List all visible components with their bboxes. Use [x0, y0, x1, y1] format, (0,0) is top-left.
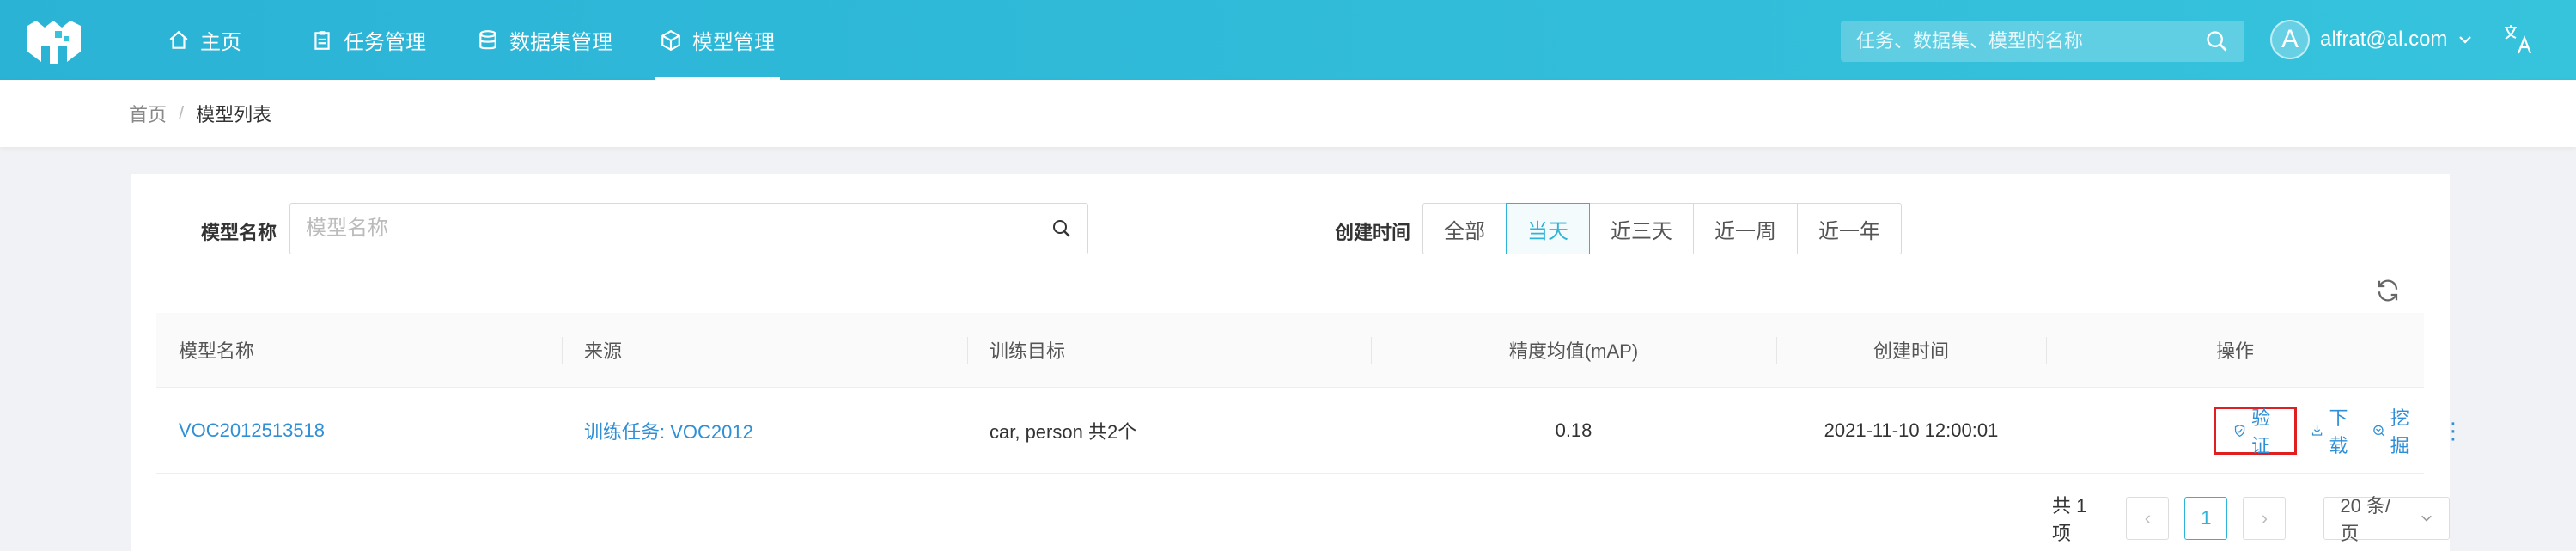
- clipboard-icon: [314, 30, 330, 50]
- nav-datasets-label: 数据集管理: [509, 31, 612, 54]
- mine-button[interactable]: 挖掘: [2364, 407, 2425, 456]
- search-icon[interactable]: [1051, 218, 1072, 239]
- time-filter: 全部 当天 近三天 近一周 近一年: [1422, 203, 1902, 254]
- map-value: 0.18: [1555, 419, 1592, 441]
- model-name-link[interactable]: VOC2012513518: [179, 388, 325, 473]
- global-search: [1841, 21, 2244, 62]
- model-name-input[interactable]: [306, 217, 1051, 241]
- source-link[interactable]: 训练任务: VOC2012: [584, 388, 753, 473]
- home-icon: [169, 30, 188, 49]
- column-divider: [967, 337, 968, 364]
- created-time: 2021-11-10 12:00:01: [1824, 419, 1999, 441]
- time-option-3days[interactable]: 近三天: [1589, 203, 1694, 254]
- page-size-select[interactable]: 20 条/页: [2323, 495, 2450, 544]
- chevron-down-icon: [2459, 36, 2472, 44]
- pagination: 共 1 项 ‹ 1 › 20 条/页: [2052, 495, 2450, 544]
- next-page-button[interactable]: ›: [2243, 497, 2287, 540]
- breadcrumb-home[interactable]: 首页: [129, 100, 167, 127]
- col-map: 精度均值(mAP): [1508, 340, 1639, 362]
- more-actions-icon[interactable]: ⋮: [2442, 407, 2464, 455]
- time-option-all[interactable]: 全部: [1422, 203, 1507, 254]
- page-number-button[interactable]: 1: [2184, 497, 2228, 540]
- download-icon: [2312, 425, 2323, 436]
- mine-label: 挖掘: [2390, 407, 2409, 456]
- avatar: A: [2270, 20, 2310, 59]
- col-source: 来源: [584, 340, 623, 362]
- global-search-input[interactable]: [1856, 30, 2205, 52]
- nav-models[interactable]: 模型管理: [655, 0, 780, 80]
- model-list-card: 模型名称 创建时间 全部 当天 近三天 近一周 近一年 模型名称 来源 训练目标…: [131, 174, 2464, 551]
- nav-home-label: 主页: [200, 31, 241, 54]
- table-row: VOC2012513518 训练任务: VOC2012 car, person …: [156, 388, 2464, 474]
- shield-check-icon: [2234, 425, 2245, 437]
- time-option-today[interactable]: 当天: [1506, 203, 1590, 254]
- nav-tasks-label: 任务管理: [344, 31, 426, 54]
- pagination-total: 共 1 项: [2052, 495, 2087, 544]
- top-header: 主页 任务管理 数据集管理 模型管理 A alfrat@al.com: [0, 0, 2576, 80]
- breadcrumb-separator: /: [179, 102, 185, 124]
- download-label: 下载: [2329, 407, 2348, 456]
- breadcrumb: 首页 / 模型列表: [129, 80, 271, 147]
- column-divider: [562, 337, 563, 364]
- model-name-search: [289, 203, 1088, 254]
- search-icon[interactable]: [2205, 29, 2229, 53]
- col-train-target: 训练目标: [990, 340, 1066, 362]
- nav-models-label: 模型管理: [692, 31, 775, 54]
- train-target: car, person 共2个: [990, 420, 1137, 443]
- database-icon: [479, 29, 496, 49]
- row-actions: 验证 下载 挖掘 ⋮: [2214, 388, 2464, 474]
- breadcrumb-current: 模型列表: [196, 104, 272, 126]
- user-email: alfrat@al.com: [2320, 28, 2448, 51]
- created-time-label: 创建时间: [1335, 222, 1411, 243]
- nav-tasks[interactable]: 任务管理: [311, 0, 426, 80]
- table-header: 模型名称 来源 训练目标 精度均值(mAP) 创建时间 操作: [156, 313, 2424, 388]
- page-size-value: 20 条/页: [2340, 495, 2391, 544]
- refresh-icon[interactable]: [2375, 278, 2401, 303]
- prev-page-button[interactable]: ‹: [2126, 497, 2170, 540]
- cube-icon: [661, 29, 680, 51]
- col-created-time: 创建时间: [1873, 340, 1949, 362]
- mining-icon: [2372, 425, 2384, 437]
- verify-label: 验证: [2251, 407, 2271, 456]
- breadcrumb-bar: 首页 / 模型列表: [0, 80, 2576, 147]
- time-option-year[interactable]: 近一年: [1797, 203, 1902, 254]
- translate-icon[interactable]: [2501, 22, 2536, 57]
- col-model-name: 模型名称: [179, 340, 255, 362]
- chevron-down-icon: [2421, 515, 2432, 522]
- time-option-week[interactable]: 近一周: [1693, 203, 1798, 254]
- model-name-label: 模型名称: [201, 222, 277, 243]
- col-actions: 操作: [2215, 340, 2254, 362]
- nav-home[interactable]: 主页: [167, 0, 241, 80]
- nav-datasets[interactable]: 数据集管理: [477, 0, 612, 80]
- verify-button[interactable]: 验证: [2214, 407, 2298, 456]
- download-button[interactable]: 下载: [2302, 407, 2363, 456]
- logo-icon[interactable]: [24, 17, 84, 65]
- user-menu[interactable]: A alfrat@al.com: [2270, 19, 2473, 60]
